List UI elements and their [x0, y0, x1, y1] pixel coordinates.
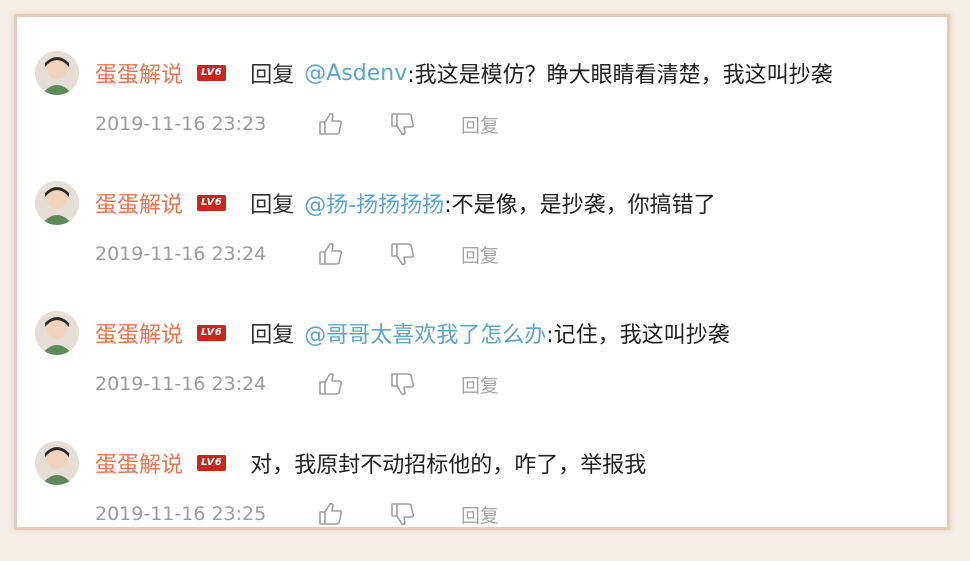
thumbs-down-icon[interactable] — [389, 500, 417, 528]
username[interactable]: 蛋蛋解说 — [95, 447, 183, 479]
avatar[interactable] — [35, 441, 79, 485]
comment-text: :记住，我这叫抄袭 — [546, 323, 730, 348]
username[interactable]: 蛋蛋解说 — [95, 317, 183, 349]
mention-link[interactable]: @哥哥太喜欢我了怎么办 — [304, 317, 546, 349]
timestamp: 2019-11-16 23:24 — [95, 373, 267, 395]
reply-button[interactable]: 回复 — [461, 371, 499, 398]
thumbs-up-icon[interactable] — [317, 500, 345, 528]
level-badge: LV6 — [197, 455, 227, 471]
reply-label: 回复 — [250, 193, 295, 218]
thumbs-down-icon[interactable] — [389, 110, 417, 138]
thumbs-up-icon[interactable] — [317, 110, 345, 138]
thumbs-up-icon[interactable] — [317, 240, 345, 268]
comment-item: 蛋蛋解说 LV6 回复 @哥哥太喜欢我了怎么办 :记住，我这叫抄袭 2019-1… — [17, 311, 947, 431]
reply-button[interactable]: 回复 — [461, 111, 499, 138]
reply-button[interactable]: 回复 — [461, 241, 499, 268]
avatar[interactable] — [35, 51, 79, 95]
comment-item: 蛋蛋解说 LV6 对，我原封不动招标他的，咋了，举报我 2019-11-16 2… — [17, 441, 947, 561]
avatar[interactable] — [35, 311, 79, 355]
timestamp: 2019-11-16 23:23 — [95, 113, 267, 135]
comment-text: :不是像，是抄袭，你搞错了 — [444, 193, 716, 218]
level-badge: LV6 — [197, 65, 227, 81]
username[interactable]: 蛋蛋解说 — [95, 57, 183, 89]
comment-list: 蛋蛋解说 LV6 回复 @Asdenv :我这是模仿？睁大眼睛看清楚，我这叫抄袭… — [14, 14, 950, 530]
reply-button[interactable]: 回复 — [461, 501, 499, 528]
thumbs-down-icon[interactable] — [389, 240, 417, 268]
avatar[interactable] — [35, 181, 79, 225]
mention-link[interactable]: @Asdenv — [304, 61, 407, 86]
mention-link[interactable]: @扬-扬扬扬扬 — [304, 187, 444, 219]
comment-item: 蛋蛋解说 LV6 回复 @扬-扬扬扬扬 :不是像，是抄袭，你搞错了 2019-1… — [17, 181, 947, 301]
username[interactable]: 蛋蛋解说 — [95, 187, 183, 219]
thumbs-up-icon[interactable] — [317, 370, 345, 398]
reply-label: 回复 — [250, 63, 295, 88]
thumbs-down-icon[interactable] — [389, 370, 417, 398]
reply-label: 回复 — [250, 323, 295, 348]
timestamp: 2019-11-16 23:25 — [95, 503, 267, 525]
timestamp: 2019-11-16 23:24 — [95, 243, 267, 265]
comment-text: 对，我原封不动招标他的，咋了，举报我 — [250, 453, 647, 478]
comment-item: 蛋蛋解说 LV6 回复 @Asdenv :我这是模仿？睁大眼睛看清楚，我这叫抄袭… — [17, 51, 947, 171]
level-badge: LV6 — [197, 195, 227, 211]
comment-text: :我这是模仿？睁大眼睛看清楚，我这叫抄袭 — [407, 63, 833, 88]
level-badge: LV6 — [197, 325, 227, 341]
